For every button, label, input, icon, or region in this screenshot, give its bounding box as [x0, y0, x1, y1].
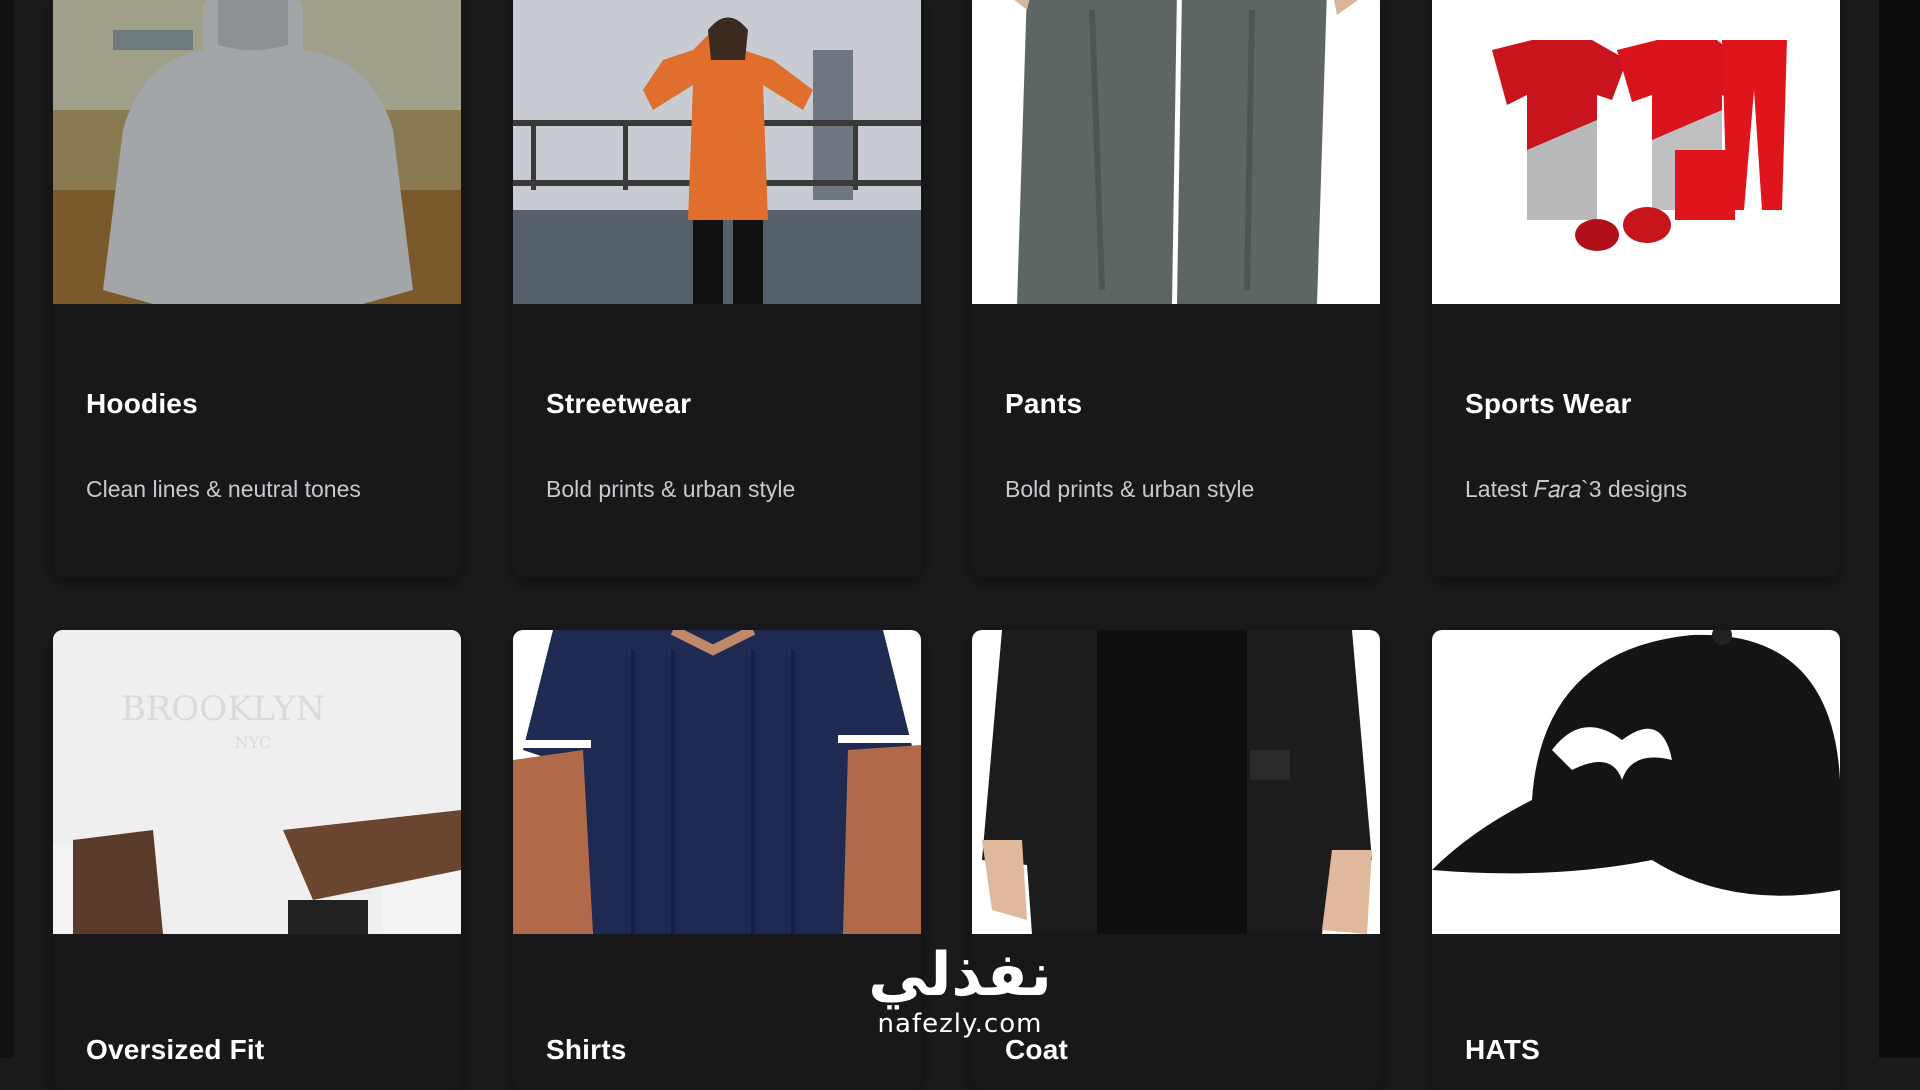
hats-image [1432, 630, 1840, 934]
watermark-domain-text: nafezly.com [877, 1009, 1043, 1039]
category-description: Bold prints & urban style [1005, 476, 1255, 502]
svg-text:NYC: NYC [235, 733, 272, 752]
category-grid: Hoodies Clean lines & neutral tones Stre… [0, 0, 1920, 1090]
category-card-oversized-fit[interactable]: BROOKLYN NYC Oversized Fit [53, 630, 461, 1090]
category-card-pants[interactable]: Pants Bold prints & urban style [972, 0, 1380, 577]
category-description: Latest 𝐹𝑎𝑟𝑎`3 designs [1465, 476, 1688, 502]
sports-wear-image [1432, 0, 1840, 304]
watermark-arabic-text: نفذلي [868, 940, 1052, 1010]
shirts-image [513, 630, 921, 934]
oversized-fit-image: BROOKLYN NYC [53, 630, 461, 934]
category-card-hats[interactable]: HATS [1432, 630, 1840, 1090]
coat-image [972, 630, 1380, 934]
streetwear-image [513, 0, 921, 304]
category-title: HATS [1465, 1034, 1540, 1065]
category-title: Shirts [546, 1034, 627, 1065]
category-title: Streetwear [546, 388, 692, 419]
category-description: Clean lines & neutral tones [86, 476, 361, 502]
hoodie-image [53, 0, 461, 304]
category-title: Pants [1005, 388, 1083, 419]
category-title: Oversized Fit [86, 1034, 265, 1065]
category-card-sports-wear[interactable]: Sports Wear Latest 𝐹𝑎𝑟𝑎`3 designs [1432, 0, 1840, 577]
category-title: Sports Wear [1465, 388, 1632, 419]
watermark-logo: نفذلي nafezly.com [850, 940, 1070, 1058]
category-title: Hoodies [86, 388, 198, 419]
category-description: Bold prints & urban style [546, 476, 796, 502]
category-card-streetwear[interactable]: Streetwear Bold prints & urban style [513, 0, 921, 577]
pants-image [972, 0, 1380, 304]
svg-text:BROOKLYN: BROOKLYN [121, 689, 325, 729]
category-card-hoodies[interactable]: Hoodies Clean lines & neutral tones [53, 0, 461, 577]
